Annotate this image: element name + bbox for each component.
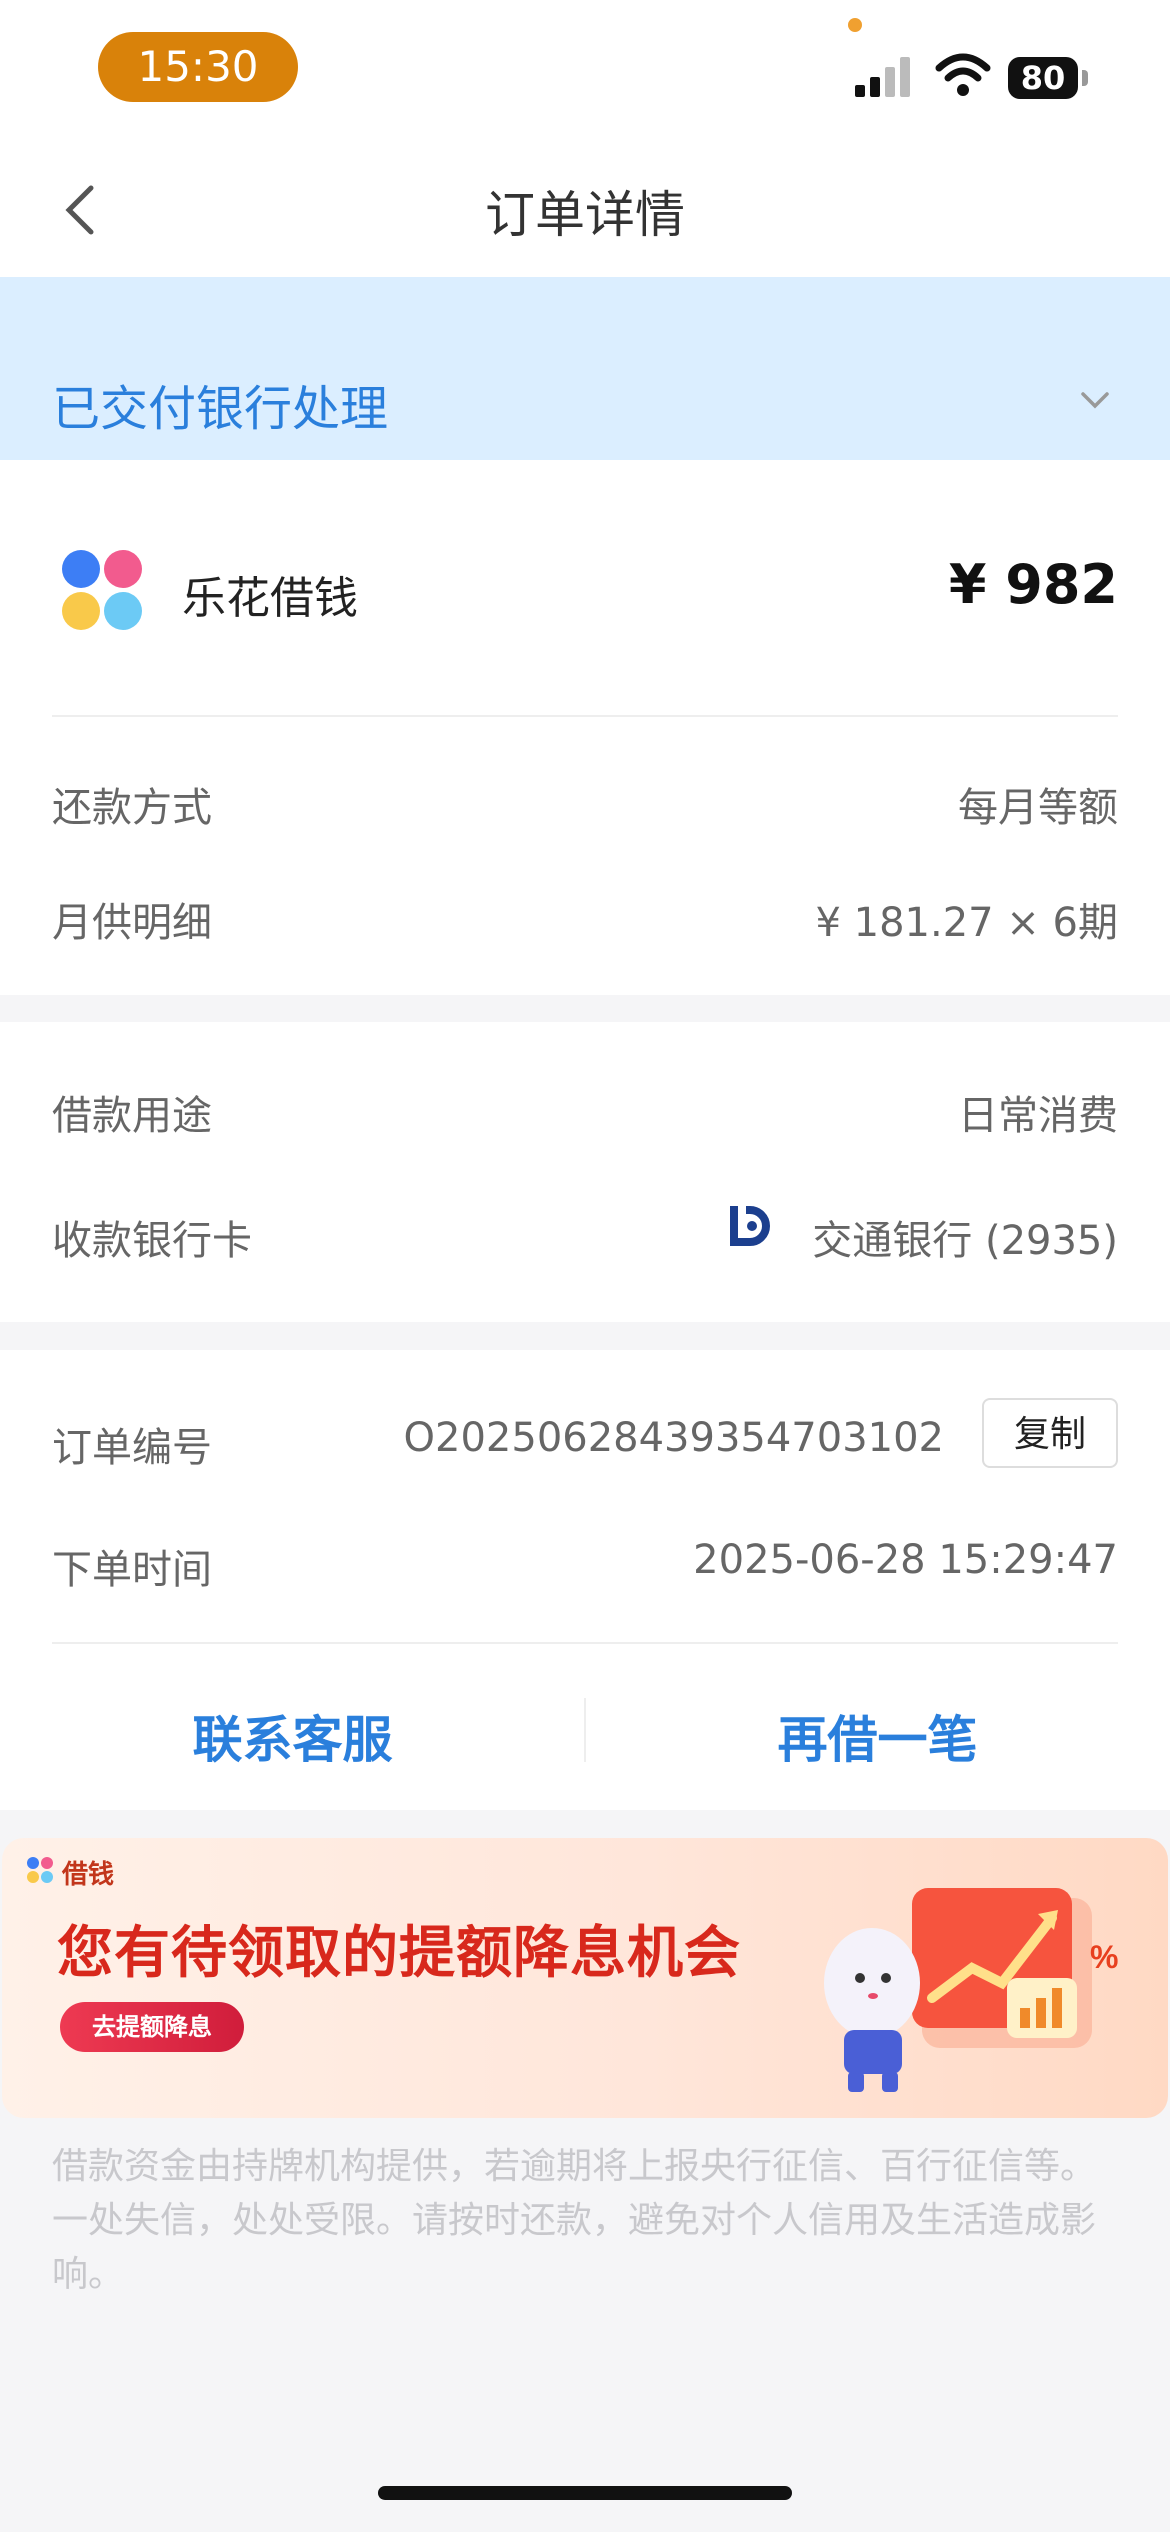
repayment-method-label: 还款方式 xyxy=(52,785,212,831)
status-time: 15:30 xyxy=(98,32,298,102)
privacy-indicator-dot xyxy=(848,18,862,32)
monthly-payment-value: ¥ 181.27 × 6期 xyxy=(815,900,1118,946)
battery-tip xyxy=(1082,70,1088,86)
navigation-bar: 订单详情 xyxy=(0,140,1170,277)
repayment-method-value: 每月等额 xyxy=(958,785,1118,831)
contact-service-button[interactable]: 联系客服 xyxy=(0,1700,585,1772)
divider xyxy=(52,715,1118,717)
monthly-payment-label: 月供明细 xyxy=(52,900,212,946)
battery-indicator: 80 xyxy=(1008,57,1078,99)
svg-text:%: % xyxy=(1090,1939,1118,1975)
promo-title: 您有待领取的提额降息机会 xyxy=(57,1921,741,1986)
lehua-app-logo xyxy=(62,550,142,630)
status-bar: 15:30 80 xyxy=(0,0,1170,140)
bank-card-label: 收款银行卡 xyxy=(52,1218,252,1264)
order-status-banner[interactable]: 已交付银行处理 xyxy=(0,277,1170,460)
bank-of-communications-icon xyxy=(730,1206,770,1246)
loan-amount: ¥ 982 xyxy=(948,553,1118,616)
borrow-again-button[interactable]: 再借一笔 xyxy=(585,1700,1170,1772)
product-name: 乐花借钱 xyxy=(182,573,358,624)
wifi-icon xyxy=(935,53,991,96)
promo-cta-button[interactable]: 去提额降息 xyxy=(60,2002,244,2052)
bank-card-value: 交通银行 (2935) xyxy=(812,1218,1118,1264)
loan-detail-card xyxy=(0,1022,1170,1322)
order-number-value: O20250628439354703102 xyxy=(403,1415,944,1461)
loan-purpose-value: 日常消费 xyxy=(958,1093,1118,1139)
promo-brand: 借钱 xyxy=(62,1860,115,1890)
order-status-text: 已交付银行处理 xyxy=(52,381,389,437)
mascot-chart-illustration: % xyxy=(824,1888,1118,2092)
order-number-label: 订单编号 xyxy=(52,1425,212,1471)
home-indicator[interactable] xyxy=(378,2486,792,2500)
order-time-value: 2025-06-28 15:29:47 xyxy=(693,1537,1118,1583)
chevron-down-icon[interactable] xyxy=(1075,380,1115,420)
promo-banner[interactable]: 借钱 您有待领取的提额降息机会 去提额降息 % xyxy=(2,1838,1168,2118)
copy-button[interactable]: 复制 xyxy=(982,1398,1118,1468)
cellular-signal-icon xyxy=(855,57,910,97)
loan-purpose-label: 借款用途 xyxy=(52,1093,212,1139)
disclaimer-text: 借款资金由持牌机构提供，若逾期将上报央行征信、百行征信等。一处失信，处处受限。请… xyxy=(52,2146,1097,2295)
divider xyxy=(52,1642,1118,1644)
order-time-label: 下单时间 xyxy=(52,1547,212,1593)
page-title: 订单详情 xyxy=(485,186,685,244)
lehua-small-logo xyxy=(27,1857,53,1883)
